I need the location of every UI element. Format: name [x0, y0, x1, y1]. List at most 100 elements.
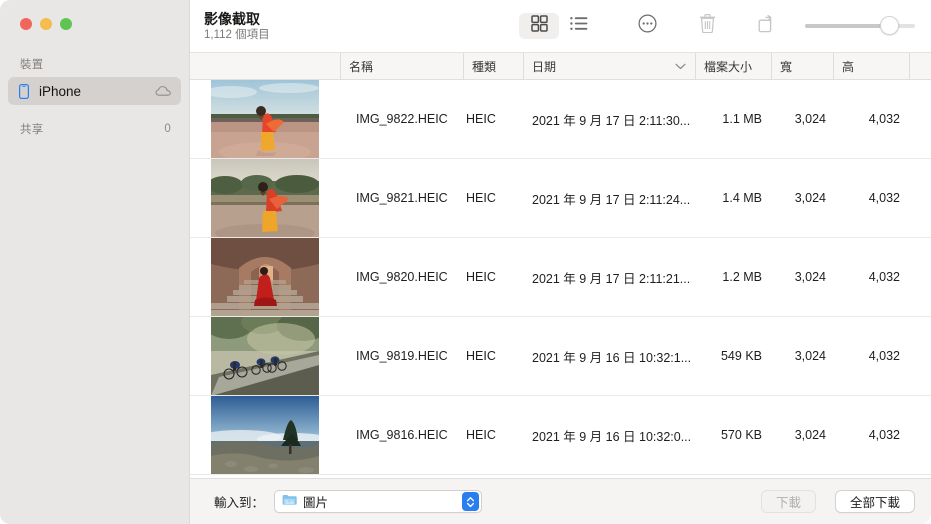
list-icon [570, 16, 588, 36]
file-width: 3,024 [794, 191, 826, 205]
row-height-cell: 4,032 [834, 159, 910, 237]
row-name-cell: IMG_9816.HEIC [340, 396, 464, 474]
file-date: 2021 年 9 月 17 日 2:11:30... [532, 113, 691, 128]
row-overflow-cell [910, 238, 931, 316]
photo-thumbnail[interactable] [211, 317, 319, 395]
column-header-thumbnail[interactable] [190, 53, 340, 79]
row-thumbnail-cell[interactable] [190, 396, 340, 474]
sidebar-item-label: iPhone [39, 83, 82, 99]
column-header-kind[interactable]: 種類 [464, 53, 524, 79]
row-width-cell: 3,024 [772, 396, 834, 474]
destination-value: 圖片 [303, 496, 329, 510]
column-header-width[interactable]: 寬 [772, 53, 834, 79]
delete-button[interactable] [687, 13, 727, 39]
row-size-cell: 1.2 MB [696, 238, 772, 316]
row-kind-cell: HEIC [464, 317, 524, 395]
row-thumbnail-cell[interactable] [190, 238, 340, 316]
row-width-cell: 3,024 [772, 317, 834, 395]
file-size: 1.1 MB [722, 112, 762, 126]
file-height: 4,032 [868, 112, 900, 126]
row-overflow-cell [910, 80, 931, 158]
file-name: IMG_9821.HEIC [356, 191, 448, 205]
zoom-button[interactable] [60, 18, 72, 30]
file-height: 4,032 [868, 270, 900, 284]
column-header-height-label: 高 [842, 59, 855, 74]
slider-knob[interactable] [879, 16, 899, 35]
row-kind-cell: HEIC [464, 159, 524, 237]
sidebar-item-iphone[interactable]: iPhone [8, 77, 181, 105]
row-kind-cell: HEIC [464, 396, 524, 474]
row-height-cell: 4,032 [834, 238, 910, 316]
file-kind: HEIC [466, 191, 496, 205]
photo-thumbnail[interactable] [211, 80, 319, 158]
item-count-subtitle: 1,112 個項目 [204, 28, 270, 41]
close-button[interactable] [20, 18, 32, 30]
download-all-button[interactable]: 全部下載 [834, 490, 915, 513]
row-date-cell: 2021 年 9 月 16 日 10:32:0... [524, 396, 696, 474]
row-overflow-cell [910, 317, 931, 395]
file-size: 549 KB [720, 349, 762, 363]
file-width: 3,024 [794, 349, 826, 363]
column-header-date-label: 日期 [532, 59, 557, 74]
table-row[interactable]: IMG_9816.HEIC HEIC 2021 年 9 月 16 日 10:32:0… [190, 396, 931, 475]
row-size-cell: 549 KB [696, 317, 772, 395]
row-thumbnail-cell[interactable] [190, 159, 340, 237]
row-width-cell: 3,024 [772, 159, 834, 237]
file-name: IMG_9822.HEIC [356, 112, 448, 126]
file-size: 570 KB [720, 428, 762, 442]
sidebar-section-devices-label: 裝置 [20, 59, 44, 71]
row-width-cell: 3,024 [772, 238, 834, 316]
list-view-button[interactable] [559, 13, 599, 39]
table-row[interactable]: IMG_9820.HEIC HEIC 2021 年 9 月 17 日 2:11:21… [190, 238, 931, 317]
column-header-filesize-label: 檔案大小 [704, 59, 753, 74]
download-button-label: 下載 [775, 496, 801, 510]
table-row[interactable]: IMG_9819.HEIC HEIC 2021 年 9 月 16 日 10:32:1… [190, 317, 931, 396]
file-name: IMG_9819.HEIC [356, 349, 448, 363]
toolbar: 影像截取 1,112 個項目 [190, 0, 931, 52]
iphone-icon [19, 83, 29, 99]
title-block: 影像截取 1,112 個項目 [204, 11, 270, 42]
file-width: 3,024 [794, 270, 826, 284]
download-button[interactable]: 下載 [760, 490, 816, 513]
photo-thumbnail[interactable] [211, 238, 319, 316]
thumbnail-size-slider[interactable] [805, 13, 915, 39]
file-height: 4,032 [868, 428, 900, 442]
row-size-cell: 570 KB [696, 396, 772, 474]
file-date: 2021 年 9 月 16 日 10:32:1... [532, 350, 692, 365]
file-width: 3,024 [794, 112, 826, 126]
updown-chevron-icon[interactable] [462, 492, 480, 511]
photo-thumbnail[interactable] [211, 396, 319, 474]
file-width: 3,024 [794, 428, 826, 442]
column-header-name[interactable]: 名稱 [340, 53, 464, 79]
row-thumbnail-cell[interactable] [190, 317, 340, 395]
row-date-cell: 2021 年 9 月 17 日 2:11:24... [524, 159, 696, 237]
file-height: 4,032 [868, 349, 900, 363]
trash-icon [699, 14, 716, 38]
table-row[interactable]: IMG_9822.HEIC HEIC 2021 年 9 月 17 日 2:11:30… [190, 80, 931, 159]
rotate-button[interactable] [747, 13, 787, 39]
file-kind: HEIC [466, 349, 496, 363]
more-button[interactable] [627, 13, 667, 39]
photo-thumbnail[interactable] [211, 159, 319, 237]
file-kind: HEIC [466, 270, 496, 284]
file-height: 4,032 [868, 191, 900, 205]
destination-popup-button[interactable]: 圖片 [274, 490, 483, 513]
table-row[interactable]: IMG_9821.HEIC HEIC 2021 年 9 月 17 日 2:11:24… [190, 159, 931, 238]
column-header-width-label: 寬 [780, 59, 793, 74]
row-date-cell: 2021 年 9 月 17 日 2:11:21... [524, 238, 696, 316]
file-name: IMG_9820.HEIC [356, 270, 448, 284]
column-header-height[interactable]: 高 [834, 53, 910, 79]
window-controls [0, 0, 189, 40]
row-thumbnail-cell[interactable] [190, 80, 340, 158]
minimize-button[interactable] [40, 18, 52, 30]
sidebar: 裝置 iPhone 共享 0 [0, 0, 190, 524]
row-width-cell: 3,024 [772, 80, 834, 158]
column-header-filesize[interactable]: 檔案大小 [696, 53, 772, 79]
column-header-date[interactable]: 日期 [524, 53, 696, 79]
table-column-headers: 名稱 種類 日期 檔案大小 寬 高 [190, 53, 931, 80]
grid-icon [530, 15, 548, 37]
sidebar-section-shared-label: 共享 [20, 124, 44, 136]
row-date-cell: 2021 年 9 月 16 日 10:32:1... [524, 317, 696, 395]
rotate-icon [758, 14, 777, 38]
grid-view-button[interactable] [519, 13, 559, 39]
